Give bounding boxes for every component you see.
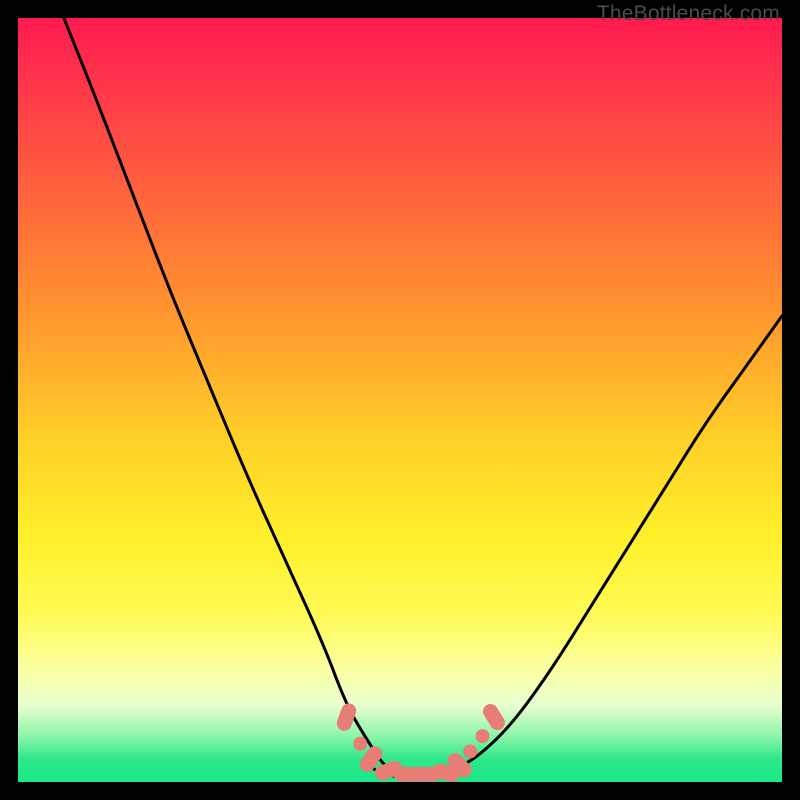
- floor-pill-10: [480, 701, 508, 733]
- outer-frame: TheBottleneck.com: [0, 0, 800, 800]
- chart-svg: [18, 18, 782, 782]
- data-curves-group: [64, 18, 782, 778]
- plot-area: [18, 18, 782, 782]
- series-left-curve: [64, 18, 400, 774]
- floor-dot-1: [353, 737, 367, 751]
- watermark-text: TheBottleneck.com: [597, 2, 780, 26]
- floor-markers-group: [335, 701, 508, 782]
- series-right-curve: [446, 316, 782, 774]
- floor-dot-9: [476, 729, 490, 743]
- floor-dot-8: [463, 744, 477, 758]
